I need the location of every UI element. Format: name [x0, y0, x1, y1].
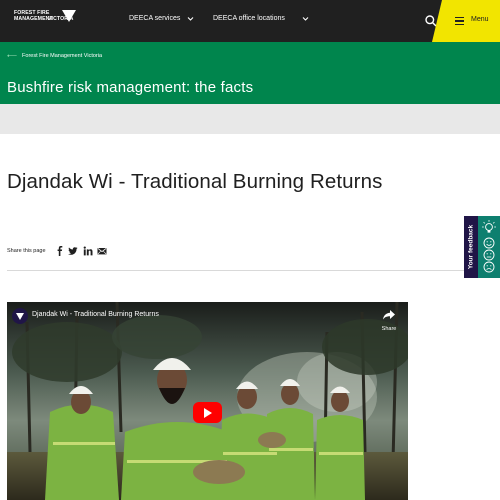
video-thumbnail [7, 302, 408, 500]
play-button[interactable] [193, 402, 222, 423]
video-player[interactable]: Djandak Wi - Traditional Burning Returns… [7, 302, 408, 500]
sad-face-icon [483, 261, 495, 273]
chevron-down-icon [187, 17, 194, 21]
linkedin-icon[interactable] [83, 246, 93, 256]
feedback-label: Your feedback [467, 224, 475, 270]
video-share-label: Share [381, 326, 397, 332]
share-label: Share this page [7, 248, 46, 254]
hamburger-icon [455, 17, 464, 26]
breadcrumb[interactable]: ⟵ Forest Fire Management Victoria [7, 52, 102, 60]
breadcrumb-link[interactable]: Forest Fire Management Victoria [22, 53, 102, 59]
twitter-icon[interactable] [68, 246, 78, 256]
video-share-button[interactable]: Share [379, 307, 399, 332]
neutral-face-icon [483, 249, 495, 261]
nav-deeca-office-locations[interactable]: DEECA office locations [213, 15, 309, 22]
divider [7, 270, 500, 271]
nav-deeca-office-locations-label: DEECA office locations [213, 15, 285, 22]
back-arrow-icon: ⟵ [7, 53, 18, 60]
chevron-down-icon [302, 17, 309, 21]
ffmvic-logo[interactable]: FOREST FIRE MANAGEMENT VICTORIA [14, 10, 80, 30]
victoria-triangle-icon [62, 10, 76, 22]
facebook-icon[interactable] [55, 246, 65, 256]
happy-face-icon [483, 237, 495, 249]
menu-label: Menu [471, 16, 489, 23]
page-title: Djandak Wi - Traditional Burning Returns [7, 170, 383, 193]
victoria-triangle-icon [16, 313, 24, 320]
email-icon[interactable] [97, 246, 107, 256]
grey-band [0, 104, 500, 134]
banner-title: Bushfire risk management: the facts [7, 79, 254, 96]
nav-deeca-services[interactable]: DEECA services [129, 15, 194, 22]
top-navigation: FOREST FIRE MANAGEMENT VICTORIA DEECA se… [0, 0, 500, 42]
page-banner: ⟵ Forest Fire Management Victoria Bushfir… [0, 42, 500, 104]
channel-avatar[interactable] [12, 308, 28, 324]
nav-deeca-services-label: DEECA services [129, 15, 181, 22]
lightbulb-icon [482, 220, 496, 233]
feedback-icons [478, 216, 500, 278]
feedback-tab[interactable]: Your feedback [464, 216, 500, 278]
page: FOREST FIRE MANAGEMENT VICTORIA DEECA se… [0, 0, 500, 500]
share-arrow-icon [383, 310, 395, 320]
video-title[interactable]: Djandak Wi - Traditional Burning Returns [32, 311, 159, 318]
feedback-label-box: Your feedback [464, 216, 478, 278]
menu-button[interactable]: Menu [432, 0, 500, 42]
